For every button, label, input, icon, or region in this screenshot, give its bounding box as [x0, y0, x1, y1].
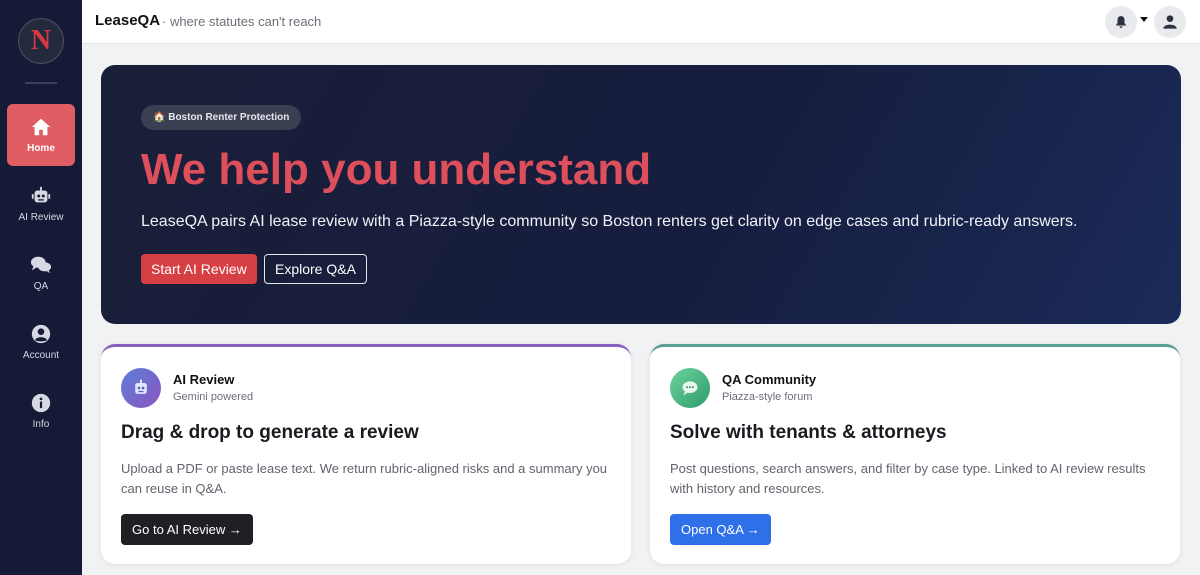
- sidebar-item-ai-review[interactable]: AI Review: [7, 173, 75, 235]
- home-icon: [31, 118, 51, 136]
- sidebar-item-account[interactable]: Account: [7, 311, 75, 373]
- bell-icon: [1115, 16, 1127, 28]
- chat-bubble-icon: [670, 368, 710, 408]
- user-icon: [1163, 15, 1177, 29]
- logo-letter: N: [30, 25, 52, 56]
- info-icon: [31, 393, 51, 413]
- app-logo[interactable]: N: [18, 18, 64, 64]
- card-name: QA Community: [722, 372, 817, 387]
- sidebar-item-label: Account: [22, 350, 60, 361]
- robot-icon: [121, 368, 161, 408]
- sidebar-item-label: Info: [32, 419, 50, 430]
- explore-qa-button[interactable]: Explore Q&A: [264, 254, 367, 284]
- chat-bubbles-icon: [30, 256, 52, 274]
- card-subtitle: Gemini powered: [173, 391, 254, 403]
- hero-title: We help you understand: [141, 145, 652, 194]
- hero-banner: 🏠 Boston Renter Protection We help you u…: [101, 65, 1181, 324]
- card-description: Upload a PDF or paste lease text. We ret…: [121, 461, 608, 496]
- card-title: Drag & drop to generate a review: [121, 422, 419, 443]
- brand-tagline: · where statutes can't reach: [162, 14, 322, 29]
- ai-review-card: AI Review Gemini powered Drag & drop to …: [101, 344, 631, 564]
- sidebar-item-label: QA: [33, 281, 49, 292]
- card-title: Solve with tenants & attorneys: [670, 422, 947, 443]
- card-subtitle: Piazza-style forum: [722, 391, 813, 403]
- card-description: Post questions, search answers, and filt…: [670, 461, 1146, 496]
- top-bar: LeaseQA · where statutes can't reach: [82, 0, 1200, 44]
- location-badge: 🏠 Boston Renter Protection: [141, 105, 302, 130]
- sidebar-divider: [25, 82, 57, 84]
- start-ai-review-button[interactable]: Start AI Review: [141, 254, 257, 284]
- notifications-button[interactable]: [1105, 6, 1137, 38]
- user-circle-icon: [31, 324, 51, 344]
- sidebar-item-label: Home: [27, 143, 55, 154]
- sidebar-item-qa[interactable]: QA: [7, 242, 75, 304]
- sidebar-item-label: AI Review: [18, 212, 64, 223]
- go-to-ai-review-button[interactable]: Go to AI Review →: [121, 514, 253, 545]
- robot-icon: [31, 186, 51, 203]
- sidebar-item-info[interactable]: Info: [7, 380, 75, 442]
- profile-button[interactable]: [1154, 6, 1186, 38]
- hero-description: LeaseQA pairs AI lease review with a Pia…: [141, 213, 1078, 230]
- brand-name[interactable]: LeaseQA: [95, 12, 160, 29]
- card-name: AI Review: [173, 372, 235, 387]
- open-qa-button[interactable]: Open Q&A →: [670, 514, 771, 545]
- chevron-down-icon[interactable]: [1140, 17, 1148, 22]
- qa-community-card: QA Community Piazza-style forum Solve wi…: [650, 344, 1180, 564]
- sidebar: N Home AI Review QA Account Info: [0, 0, 82, 575]
- sidebar-item-home[interactable]: Home: [7, 104, 75, 166]
